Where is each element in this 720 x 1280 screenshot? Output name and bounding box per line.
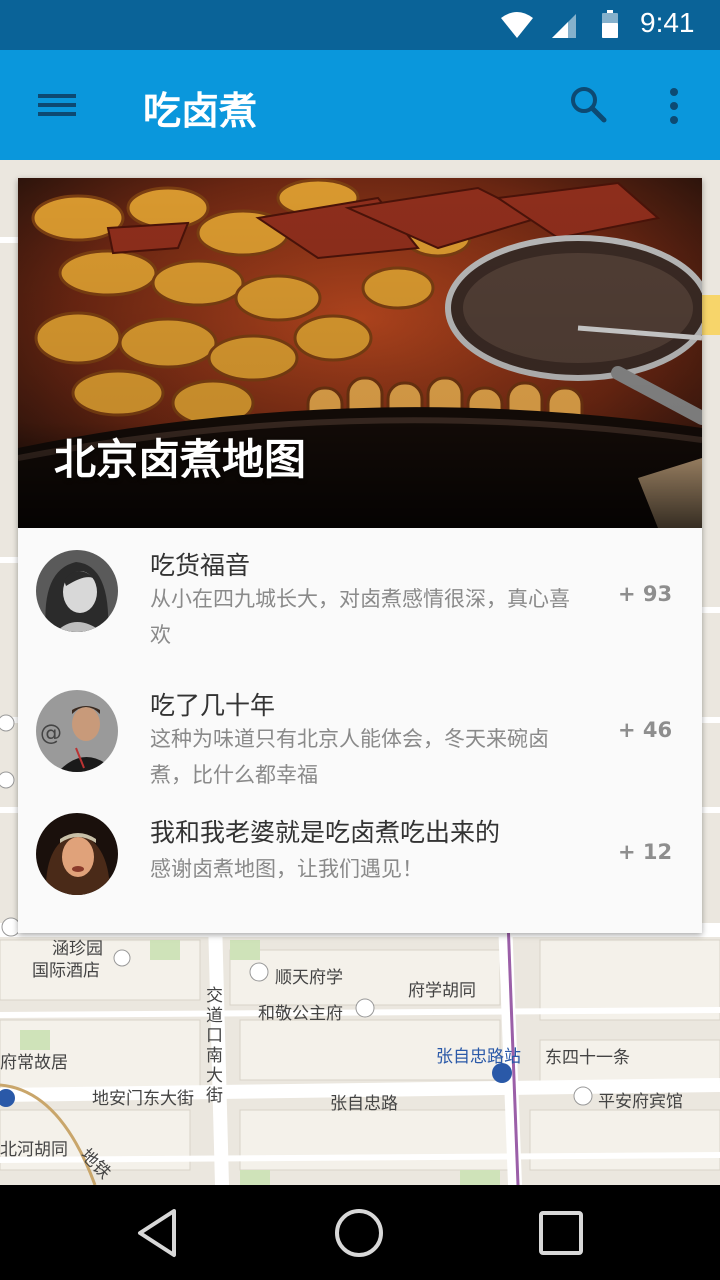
item-desc: 从小在四九城长大，对卤煮感情很深，真心喜欢 (150, 587, 570, 647)
hero-image[interactable]: 北京卤煮地图 (18, 178, 702, 528)
svg-text:@: @ (40, 721, 62, 746)
clock: 9:41 (640, 7, 695, 38)
item-title: 吃了几十年 (150, 691, 276, 720)
avatar-man-icon: @ (36, 690, 118, 772)
item-title: 吃货福音 (150, 551, 251, 580)
avatar (36, 550, 118, 632)
more-vert-icon[interactable] (660, 84, 688, 128)
map-label: 府学胡同 (408, 981, 476, 1001)
map-label: 府常故居 (0, 1053, 68, 1073)
search-icon[interactable] (566, 82, 610, 126)
map-label: 顺天府学 (275, 968, 343, 988)
avatar: @ (36, 690, 118, 772)
item-count: + 12 (618, 840, 673, 864)
list-item[interactable]: 我和我老婆就是吃卤煮吃出来的 感谢卤煮地图，让我们遇见！ + 12 (18, 813, 702, 953)
map-label: 东四十一条 (545, 1048, 630, 1068)
signal-icon (552, 14, 576, 38)
item-count: + 93 (618, 582, 673, 606)
system-nav-bar (0, 1185, 720, 1280)
item-desc: 感谢卤煮地图，让我们遇见！ (150, 857, 423, 881)
map-label: 张自忠路站 (436, 1047, 521, 1067)
avatar-girl-icon (36, 813, 118, 895)
menu-icon[interactable] (30, 84, 84, 126)
map-label: 交道口南大街 (206, 986, 223, 1106)
map-label: 平安府宾馆 (598, 1092, 683, 1112)
item-desc: 这种为味道只有北京人能体会，冬天来碗卤煮，比什么都幸福 (150, 727, 549, 787)
list-item[interactable]: 吃货福音 从小在四九城长大，对卤煮感情很深，真心喜欢 + 93 (18, 528, 702, 668)
battery-icon (602, 10, 618, 38)
item-count: + 46 (618, 718, 673, 742)
wifi-icon (501, 12, 533, 38)
home-icon[interactable] (331, 1205, 387, 1261)
back-icon[interactable] (130, 1205, 186, 1261)
map-label: 张自忠路 (330, 1094, 398, 1114)
list-item[interactable]: @ 吃了几十年 这种为味道只有北京人能体会，冬天来碗卤煮，比什么都幸福 + 46 (18, 668, 702, 808)
avatar (36, 813, 118, 895)
map-label: 国际酒店 (32, 961, 100, 981)
map-label: 地安门东大街 (92, 1089, 194, 1109)
item-title: 我和我老婆就是吃卤煮吃出来的 (150, 818, 501, 847)
avatar-woman-icon (36, 550, 118, 632)
hero-title: 北京卤煮地图 (54, 435, 307, 484)
status-bar: 9:41 (0, 0, 720, 50)
map-card: 北京卤煮地图 吃货福音 从小在四九城长大，对卤煮感情很深，真心喜欢 + 93 @… (18, 178, 702, 933)
map-label: 北河胡同 (0, 1140, 68, 1160)
app-bar: 吃卤煮 (0, 50, 720, 160)
app-title: 吃卤煮 (143, 89, 258, 133)
recents-icon[interactable] (533, 1205, 589, 1261)
map-label: 和敬公主府 (258, 1004, 343, 1024)
